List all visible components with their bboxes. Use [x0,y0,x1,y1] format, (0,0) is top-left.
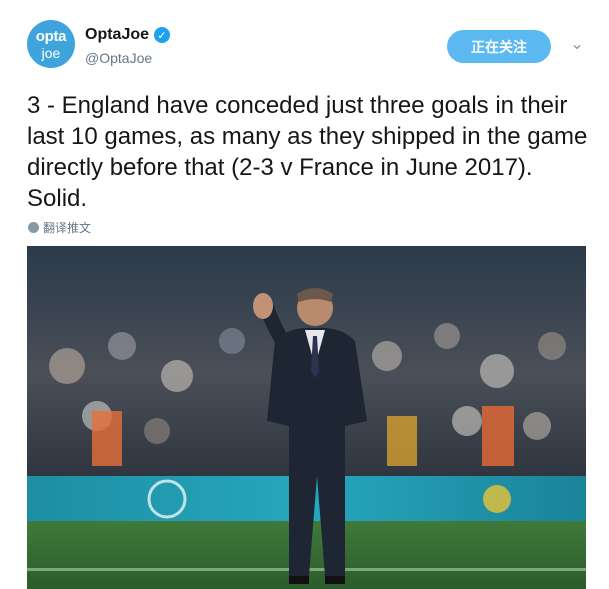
display-name[interactable]: OptaJoe [85,26,149,44]
account-handle[interactable]: @OptaJoe [85,50,152,66]
avatar-logo-line2: joe [41,44,61,61]
avatar[interactable]: opta joe [27,20,75,68]
tweet-photo[interactable] [27,246,586,589]
verified-badge-icon: ✓ [154,27,171,43]
chevron-down-icon[interactable]: ⌄ [568,37,586,53]
avatar-logo-line1: opta [35,27,67,45]
translate-tweet-link[interactable]: 翻译推文 [28,219,91,236]
photo-illustration [27,246,586,589]
name-row: OptaJoe ✓ [85,26,171,44]
tweet-text: 3 - England have conceded just three goa… [27,92,588,212]
translate-label: 翻译推文 [43,221,92,235]
globe-icon [28,222,39,233]
tweet-header: opta joe OptaJoe ✓ @OptaJoe 正在关注 ⌄ [0,0,609,80]
following-button[interactable]: 正在关注 [447,30,551,63]
